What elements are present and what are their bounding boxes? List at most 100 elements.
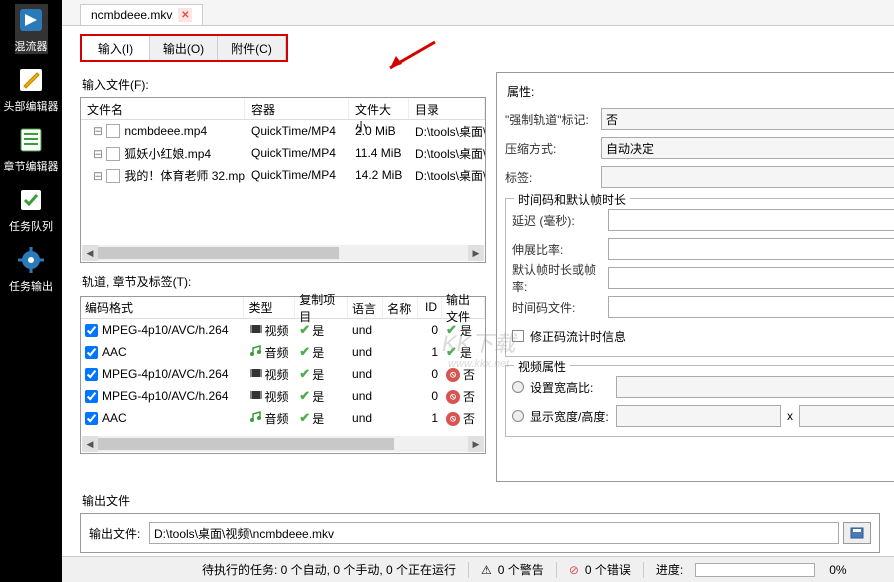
audio-icon (249, 410, 263, 427)
inner-tabs: 输入(I) 输出(O) 附件(C) (80, 34, 288, 62)
properties-title: 属性: (507, 83, 894, 100)
scroll-right-icon[interactable]: ▶ (468, 436, 484, 452)
tracks-panel: 编码格式 类型 复制项目 语言 名称 ID 输出文件 MPEG-4p10/AVC… (80, 296, 486, 454)
col-type[interactable]: 类型 (244, 297, 295, 318)
check-icon: ✔ (299, 410, 310, 426)
tab-output[interactable]: 输出(O) (150, 36, 218, 60)
output-section-title: 输出文件 (82, 492, 880, 509)
disp-w-input[interactable] (616, 405, 781, 427)
col-dir[interactable]: 目录 (409, 98, 485, 119)
check-icon: ✔ (299, 344, 310, 360)
tc-file-input[interactable] (608, 296, 894, 318)
audio-icon (249, 344, 263, 361)
file-icon (106, 169, 120, 183)
sidebar-label: 任务输出 (9, 278, 53, 294)
sidebar-item-muxer[interactable]: 混流器 (15, 4, 48, 54)
forced-select[interactable] (601, 108, 894, 130)
dar-input[interactable] (616, 376, 894, 398)
progress-label: 进度: (656, 561, 683, 578)
col-trackname[interactable]: 名称 (383, 297, 418, 318)
fix-ts-checkbox[interactable] (512, 330, 524, 342)
scroll-left-icon[interactable]: ◀ (82, 436, 98, 452)
sidebar-item-output[interactable]: 任务输出 (9, 244, 53, 294)
main: ncmbdeee.mkv ✕ 输入(I) 输出(O) 附件(C) 输入文件(F)… (62, 0, 894, 582)
gear-icon (15, 244, 47, 276)
default-dur-label: 默认帧时长或帧率: (512, 261, 608, 295)
col-name[interactable]: 文件名 (81, 98, 245, 119)
close-icon[interactable]: ✕ (178, 8, 192, 22)
input-file-row[interactable]: ⊟ ncmbdeee.mp4QuickTime/MP42.0 MiBD:\too… (81, 120, 485, 142)
statusbar: 待执行的任务: 0 个自动, 0 个手动, 0 个正在运行 ⚠ 0 个警告 ⊘ … (62, 556, 894, 582)
check-icon: ✔ (299, 366, 310, 382)
file-tab[interactable]: ncmbdeee.mkv ✕ (80, 4, 203, 25)
col-container[interactable]: 容器 (245, 98, 349, 119)
input-file-row[interactable]: ⊟ 我的！体育老师 32.mp4QuickTime/MP414.2 MiBD:\… (81, 164, 485, 186)
delay-input[interactable] (608, 209, 894, 231)
track-row[interactable]: AAC音频✔ 是und1✔是 (81, 341, 485, 363)
col-id[interactable]: ID (418, 297, 442, 318)
file-tabbar: ncmbdeee.mkv ✕ (62, 0, 894, 26)
track-checkbox[interactable] (85, 368, 98, 381)
file-icon (106, 147, 120, 161)
sidebar-item-queue[interactable]: 任务队列 (9, 184, 53, 234)
track-checkbox[interactable] (85, 390, 98, 403)
col-size[interactable]: 文件大小 (349, 98, 409, 119)
sidebar-item-chapter-editor[interactable]: 章节编辑器 (4, 124, 59, 174)
output-path-input[interactable] (149, 522, 839, 544)
default-dur-input[interactable] (608, 267, 894, 289)
timecode-fieldset: 时间码和默认帧时长 延迟 (毫秒): 伸展比率: 默认帧时长或帧率:▾ 时间码文… (505, 198, 894, 357)
disp-h-input[interactable] (799, 405, 894, 427)
compress-label: 压缩方式: (505, 140, 601, 157)
track-checkbox[interactable] (85, 324, 98, 337)
tc-file-label: 时间码文件: (512, 299, 608, 316)
track-row[interactable]: AAC音频✔ 是und1⦸否 (81, 407, 485, 429)
h-scrollbar[interactable]: ◀ ▶ (82, 436, 484, 452)
delay-label: 延迟 (毫秒): (512, 212, 608, 229)
no-icon: ⦸ (446, 410, 460, 426)
track-checkbox[interactable] (85, 346, 98, 359)
check-icon: ✔ (299, 322, 310, 338)
stretch-input[interactable] (608, 238, 894, 260)
fieldset-title: 时间码和默认帧时长 (514, 191, 630, 208)
properties-panel: 属性: "强制轨道"标记: ▾ 压缩方式: ▾ 标签: (496, 72, 894, 482)
col-out[interactable]: 输出文件 (442, 297, 485, 318)
muxer-icon (15, 4, 47, 36)
sidebar-item-header-editor[interactable]: 头部编辑器 (4, 64, 59, 114)
track-checkbox[interactable] (85, 412, 98, 425)
sidebar-label: 头部编辑器 (4, 98, 59, 114)
stretch-label: 伸展比率: (512, 241, 608, 258)
tags-input[interactable] (601, 166, 894, 188)
input-file-row[interactable]: ⊟ 狐妖小红娘.mp4QuickTime/MP411.4 MiBD:\tools… (81, 142, 485, 164)
sidebar-label: 章节编辑器 (4, 158, 59, 174)
col-lang[interactable]: 语言 (348, 297, 383, 318)
h-scrollbar[interactable]: ◀ ▶ (82, 245, 484, 261)
disp-wh-radio[interactable] (512, 410, 524, 422)
status-warn: 0 个警告 (498, 561, 544, 578)
col-copy[interactable]: 复制项目 (295, 297, 348, 318)
video-icon (249, 323, 263, 338)
tab-input[interactable]: 输入(I) (82, 36, 150, 60)
track-row[interactable]: MPEG-4p10/AVC/h.264视频✔ 是und0⦸否 (81, 385, 485, 407)
dar-radio[interactable] (512, 381, 524, 393)
check-icon: ✔ (446, 344, 457, 360)
track-row[interactable]: MPEG-4p10/AVC/h.264视频✔ 是und0✔是 (81, 319, 485, 341)
track-row[interactable]: MPEG-4p10/AVC/h.264视频✔ 是und0⦸否 (81, 363, 485, 385)
output-browse-button[interactable] (843, 522, 871, 544)
sidebar-label: 混流器 (15, 38, 48, 54)
editor-icon (15, 64, 47, 96)
queue-icon (15, 184, 47, 216)
output-section: 输出文件 输出文件: (80, 492, 880, 553)
file-tab-name: ncmbdeee.mkv (91, 8, 172, 22)
scroll-right-icon[interactable]: ▶ (468, 245, 484, 261)
col-codec[interactable]: 编码格式 (81, 297, 244, 318)
check-icon: ✔ (299, 388, 310, 404)
check-icon: ✔ (446, 322, 457, 338)
video-icon (249, 389, 263, 404)
scroll-left-icon[interactable]: ◀ (82, 245, 98, 261)
chapter-icon (15, 124, 47, 156)
content: 输入(I) 输出(O) 附件(C) 输入文件(F): 文件名 容器 文件大小 目… (62, 26, 894, 556)
forced-label: "强制轨道"标记: (505, 111, 601, 128)
tab-attach[interactable]: 附件(C) (218, 36, 286, 60)
compress-select[interactable] (601, 137, 894, 159)
progress-bar (695, 563, 815, 577)
